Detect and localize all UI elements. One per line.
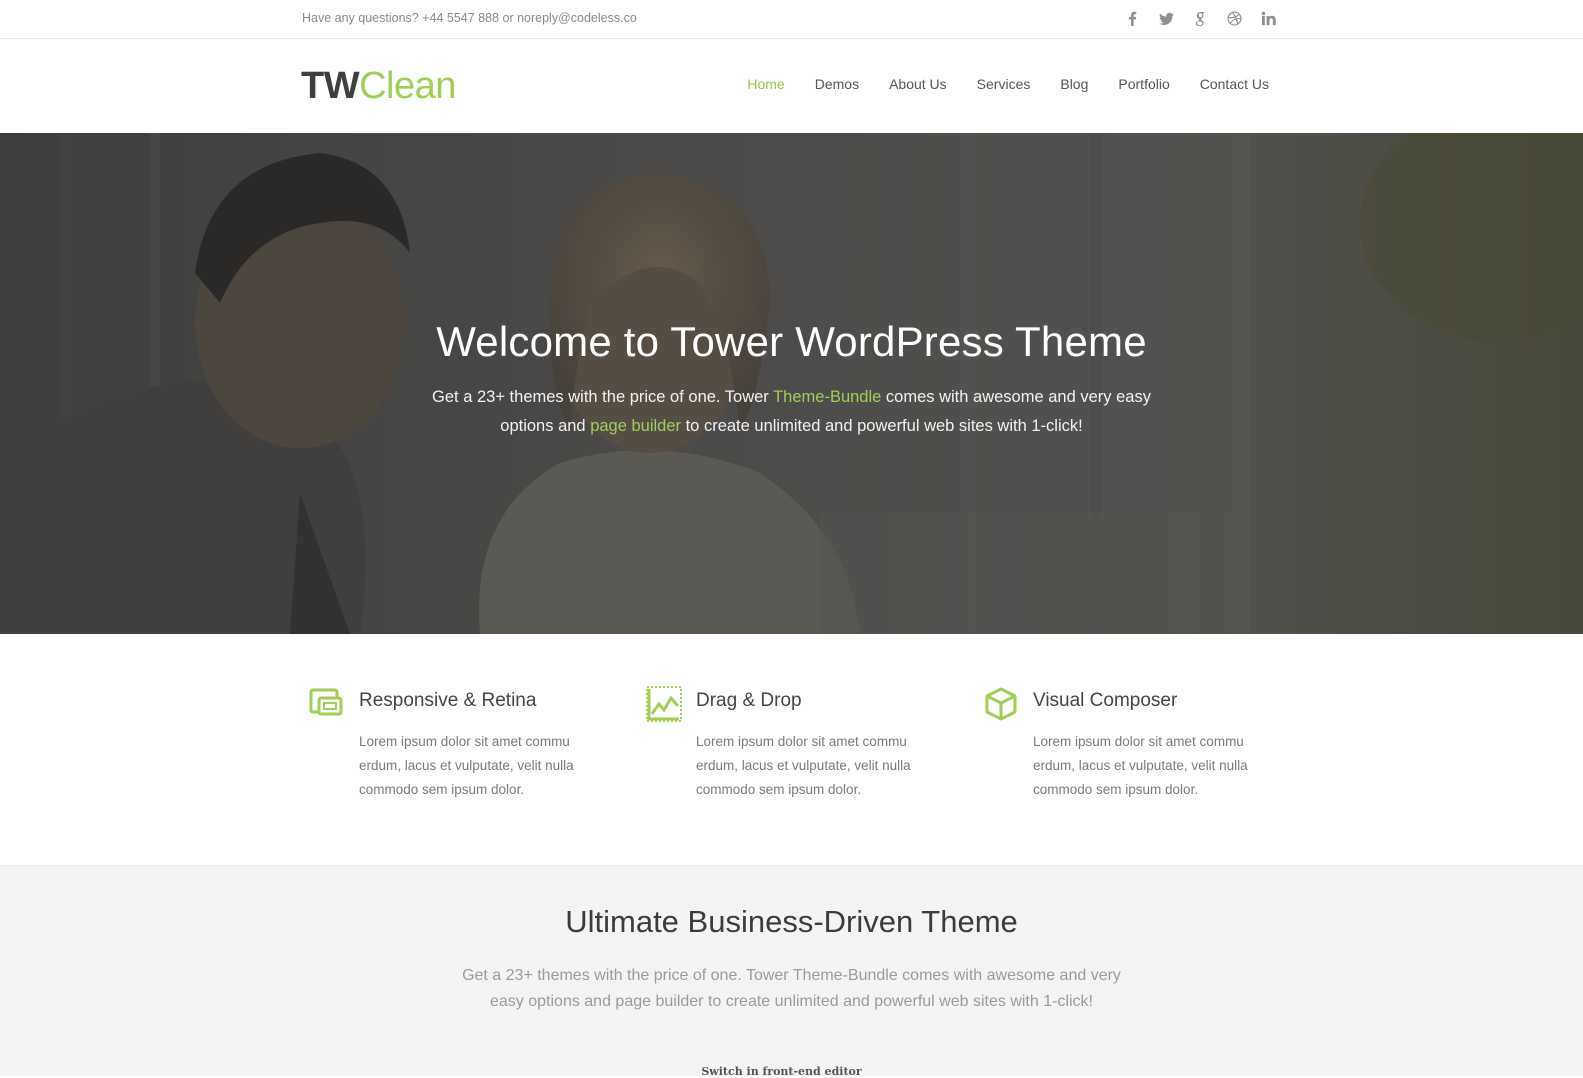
main-nav: Home Demos About Us Services Blog Portfo… [747,76,1269,92]
chart-icon [646,686,682,722]
facebook-icon[interactable] [1123,8,1141,28]
hero-subtitle-text-1: Get a 23+ themes with the price of one. … [432,388,774,406]
twitter-icon[interactable] [1157,8,1175,28]
top-bar: Have any questions? +44 5547 888 or nore… [0,0,1583,39]
google-plus-icon[interactable] [1191,8,1209,28]
feature-title: Drag & Drop [696,690,802,711]
feature-text: Lorem ipsum dolor sit amet commu erdum, … [1033,734,1248,797]
nav-item-contact-us[interactable]: Contact Us [1200,76,1269,92]
logo-part-tw: TW [301,65,360,107]
social-links [1123,8,1277,28]
nav-item-portfolio[interactable]: Portfolio [1118,76,1169,92]
feature-title: Responsive & Retina [359,690,537,711]
front-end-editor-link[interactable]: Switch in front-end editor [0,1065,1563,1078]
linkedin-icon[interactable] [1259,8,1277,28]
hero-section: Welcome to Tower WordPress Theme Get a 2… [0,133,1583,634]
theme-bundle-link[interactable]: Theme-Bundle [773,388,881,406]
section-subtitle: Get a 23+ themes with the price of one. … [462,967,1121,1010]
hero-subtitle-text-3: to create unlimited and powerful web sit… [681,417,1083,435]
hero-title: Welcome to Tower WordPress Theme [436,318,1147,365]
feature-title: Visual Composer [1033,690,1178,711]
nav-item-about-us[interactable]: About Us [889,76,947,92]
logo-part-clean: Clean [359,65,456,107]
nav-item-demos[interactable]: Demos [815,76,859,92]
feature-text: Lorem ipsum dolor sit amet commu erdum, … [359,734,574,797]
site-logo[interactable]: TWClean [301,63,456,109]
hero-subtitle: Get a 23+ themes with the price of one. … [430,383,1153,441]
section-title: Ultimate Business-Driven Theme [565,904,1018,939]
nav-item-services[interactable]: Services [977,76,1031,92]
dribbble-icon[interactable] [1225,8,1243,28]
page-builder-link[interactable]: page builder [590,417,681,435]
nav-item-home[interactable]: Home [747,76,784,92]
business-section: Ultimate Business-Driven Theme Get a 23+… [0,865,1583,1078]
features-section: Responsive & Retina Lorem ipsum dolor si… [0,634,1583,865]
contact-info: Have any questions? +44 5547 888 or nore… [302,11,637,25]
cube-icon [985,687,1017,721]
feature-text: Lorem ipsum dolor sit amet commu erdum, … [696,734,911,797]
devices-icon [309,688,343,716]
nav-item-blog[interactable]: Blog [1060,76,1088,92]
site-header: TWClean Home Demos About Us Services Blo… [0,39,1583,133]
